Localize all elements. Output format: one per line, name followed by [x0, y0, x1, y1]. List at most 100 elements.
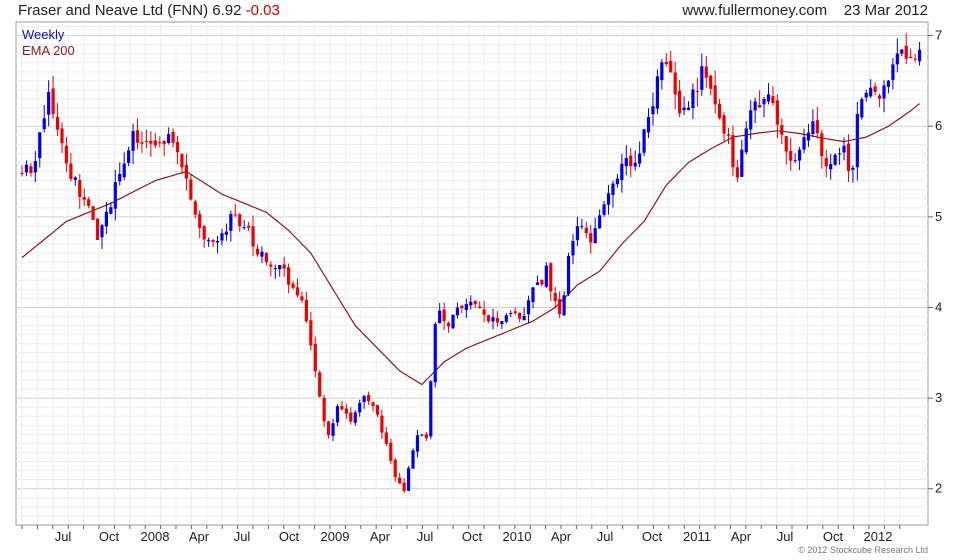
candle-body	[47, 91, 51, 115]
candle-body	[51, 88, 55, 115]
candle-body	[287, 267, 291, 285]
candle-body	[82, 196, 86, 200]
candle-body	[233, 214, 237, 216]
candle-body	[837, 153, 842, 155]
candle-body	[504, 315, 508, 322]
candle-body	[624, 157, 628, 167]
candle-body	[602, 204, 606, 215]
candle-body	[860, 99, 864, 118]
candle-body	[606, 193, 611, 205]
candle-body	[522, 316, 526, 321]
candle-body	[620, 163, 624, 181]
candle-body	[420, 434, 424, 436]
candle-body	[509, 313, 513, 315]
x-tick-label: 2011	[683, 529, 711, 544]
candle-body	[473, 300, 477, 305]
candle-body	[451, 314, 455, 329]
candle-body	[882, 85, 886, 99]
candle-body	[789, 150, 793, 161]
candle-body	[593, 228, 597, 244]
candle-body	[851, 167, 855, 170]
candle-body	[824, 157, 828, 167]
candle-body	[366, 394, 371, 402]
x-tick-label: Jul	[55, 529, 72, 544]
x-tick-label: Jul	[417, 529, 434, 544]
candle-body	[198, 213, 202, 228]
candle-body	[118, 173, 122, 182]
candle-body	[309, 320, 313, 346]
candle-body	[904, 45, 908, 59]
candle-body	[544, 265, 548, 287]
candle-body	[29, 166, 33, 174]
candle-body	[540, 279, 544, 285]
candle-body	[695, 91, 699, 93]
candle-body	[566, 255, 571, 295]
y-tick-label: 7	[935, 28, 942, 43]
candle-body	[278, 265, 282, 270]
candle-body	[780, 125, 784, 135]
candle-body	[633, 162, 637, 167]
candle-body	[313, 343, 317, 372]
candle-body	[700, 66, 704, 90]
candle-body	[909, 56, 913, 59]
candle-body	[535, 282, 540, 285]
candle-body	[87, 199, 91, 206]
candle-body	[691, 89, 695, 108]
candle-body	[651, 106, 655, 115]
candle-body	[33, 161, 37, 173]
candle-body	[193, 201, 197, 215]
candle-body	[247, 226, 251, 228]
candle-body	[42, 118, 46, 130]
candle-body	[744, 128, 748, 153]
candle-body	[144, 141, 149, 143]
candle-body	[726, 134, 731, 136]
candle-body	[100, 225, 104, 238]
chart-window: Fraser and Neave Ltd (FNN) 6.92 -0.03 ww…	[0, 0, 980, 560]
candle-body	[122, 163, 126, 178]
x-tick-label: Apr	[370, 529, 391, 544]
candle-body	[646, 117, 651, 133]
candle-body	[304, 299, 308, 322]
candle-body	[589, 233, 593, 243]
candle-body	[167, 134, 171, 143]
y-tick-label: 3	[935, 390, 942, 405]
candle-body	[371, 402, 375, 406]
candle-body	[291, 283, 295, 288]
x-tick-label: 2008	[141, 529, 170, 544]
candle-body	[38, 132, 42, 159]
candle-body	[398, 477, 402, 484]
candle-body	[269, 264, 273, 267]
price-chart: 2 3 4 5 6 7 Jul Oct 2008 Apr Jul Oct 2009 Apr Jul Oct 20…	[15, 21, 942, 544]
candle-body	[784, 136, 788, 152]
candle-body	[91, 206, 95, 220]
candle-body	[731, 135, 735, 168]
candle-body	[682, 107, 686, 111]
candle-body	[709, 75, 713, 89]
candle-body	[282, 264, 286, 269]
candle-body	[460, 305, 464, 309]
candle-body	[55, 116, 60, 130]
candle-body	[389, 442, 393, 461]
candle-body	[797, 149, 802, 161]
candle-body	[518, 312, 522, 319]
candle-body	[491, 317, 495, 322]
candle-body	[224, 231, 228, 235]
candle-body	[562, 295, 566, 316]
candle-body	[722, 115, 726, 134]
candle-body	[757, 105, 762, 108]
candle-body	[771, 96, 775, 104]
candle-body	[149, 140, 153, 144]
candle-body	[660, 62, 664, 81]
x-tick-label: Jul	[597, 529, 614, 544]
x-tick-label: Apr	[189, 529, 210, 544]
x-tick-label: Oct	[462, 529, 483, 544]
candle-body	[433, 324, 437, 383]
candle-body	[669, 60, 673, 73]
x-tick-label: Oct	[279, 529, 300, 544]
candle-body	[229, 214, 233, 231]
candle-body	[127, 150, 131, 163]
candle-body	[642, 129, 646, 153]
candle-body	[891, 64, 895, 80]
candle-body	[571, 240, 575, 256]
candle-body	[864, 92, 868, 98]
